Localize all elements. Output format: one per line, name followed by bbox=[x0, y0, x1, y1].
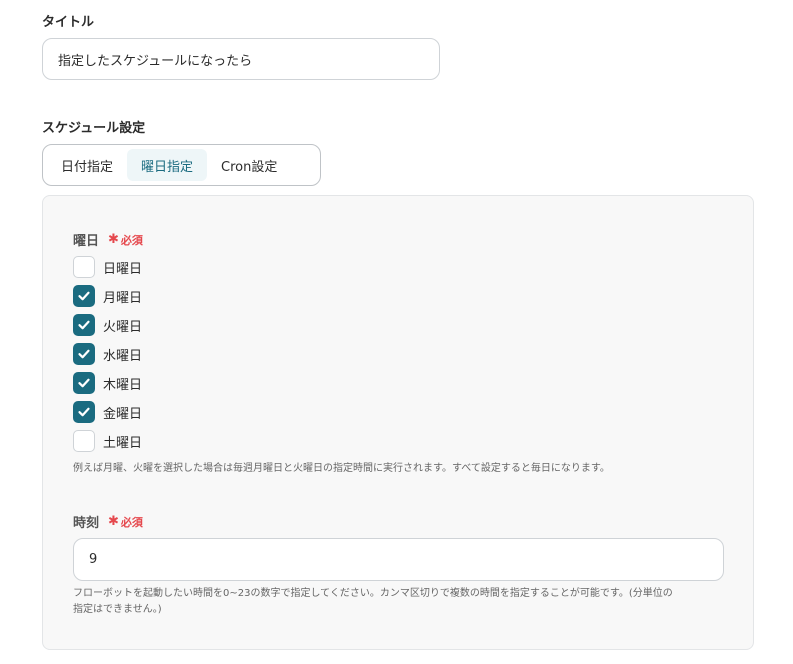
checkbox-sunday[interactable] bbox=[73, 256, 95, 278]
day-label: 日曜日 bbox=[103, 261, 143, 277]
check-icon bbox=[78, 378, 90, 388]
check-icon bbox=[78, 407, 90, 417]
day-label: 火曜日 bbox=[103, 319, 143, 335]
time-hint: フローボットを起動したい時間を0~23の数字で指定してください。カンマ区切りで複… bbox=[73, 586, 673, 618]
required-badge: ✱ 必須 bbox=[108, 514, 143, 530]
check-icon bbox=[78, 349, 90, 359]
title-section-label: タイトル bbox=[42, 15, 95, 30]
day-option-wednesday[interactable]: 水曜日 bbox=[73, 342, 142, 366]
time-field-label: 時刻 ✱ 必須 bbox=[73, 512, 143, 531]
day-label: 水曜日 bbox=[103, 348, 143, 364]
checkbox-thursday[interactable] bbox=[73, 372, 95, 394]
day-option-sunday[interactable]: 日曜日 bbox=[73, 255, 142, 279]
day-option-tuesday[interactable]: 火曜日 bbox=[73, 313, 142, 337]
time-label-text: 時刻 bbox=[73, 516, 100, 531]
required-text: 必須 bbox=[120, 515, 143, 529]
time-input[interactable] bbox=[73, 538, 724, 581]
checkbox-wednesday[interactable] bbox=[73, 343, 95, 365]
tab-date[interactable]: 日付指定 bbox=[47, 149, 127, 181]
weekday-settings-panel: 曜日 ✱ 必須 日曜日 月曜日 火曜日 水曜日 木曜日 金曜日 土曜日 例えば月… bbox=[42, 195, 754, 650]
time-hint-line-1: フローボットを起動したい時間を0~23の数字で指定してください。カンマ区切りで複… bbox=[73, 588, 673, 599]
time-hint-line-2: 指定はできません。) bbox=[73, 604, 162, 615]
checkbox-friday[interactable] bbox=[73, 401, 95, 423]
asterisk-icon: ✱ bbox=[108, 232, 119, 247]
schedule-type-tabs: 日付指定 曜日指定 Cron設定 bbox=[42, 144, 321, 186]
title-input[interactable] bbox=[42, 38, 440, 80]
check-icon bbox=[78, 320, 90, 330]
asterisk-icon: ✱ bbox=[108, 514, 119, 529]
checkbox-tuesday[interactable] bbox=[73, 314, 95, 336]
checkbox-saturday[interactable] bbox=[73, 430, 95, 452]
day-option-thursday[interactable]: 木曜日 bbox=[73, 371, 142, 395]
tab-weekday[interactable]: 曜日指定 bbox=[127, 149, 208, 181]
check-icon bbox=[78, 291, 90, 301]
day-option-saturday[interactable]: 土曜日 bbox=[73, 429, 142, 453]
weekday-field-label: 曜日 ✱ 必須 bbox=[73, 230, 143, 249]
day-option-monday[interactable]: 月曜日 bbox=[73, 284, 142, 308]
checkbox-monday[interactable] bbox=[73, 285, 95, 307]
weekday-label-text: 曜日 bbox=[73, 234, 100, 249]
weekday-hint: 例えば月曜、火曜を選択した場合は毎週月曜日と火曜日の指定時間に実行されます。すべ… bbox=[73, 463, 610, 474]
day-label: 土曜日 bbox=[103, 435, 143, 451]
day-option-friday[interactable]: 金曜日 bbox=[73, 400, 142, 424]
schedule-section-label: スケジュール設定 bbox=[42, 121, 146, 136]
required-text: 必須 bbox=[120, 233, 143, 247]
day-label: 月曜日 bbox=[103, 290, 143, 306]
required-badge: ✱ 必須 bbox=[108, 232, 143, 248]
day-label: 金曜日 bbox=[103, 406, 143, 422]
tab-cron[interactable]: Cron設定 bbox=[207, 149, 291, 181]
day-label: 木曜日 bbox=[103, 377, 143, 393]
